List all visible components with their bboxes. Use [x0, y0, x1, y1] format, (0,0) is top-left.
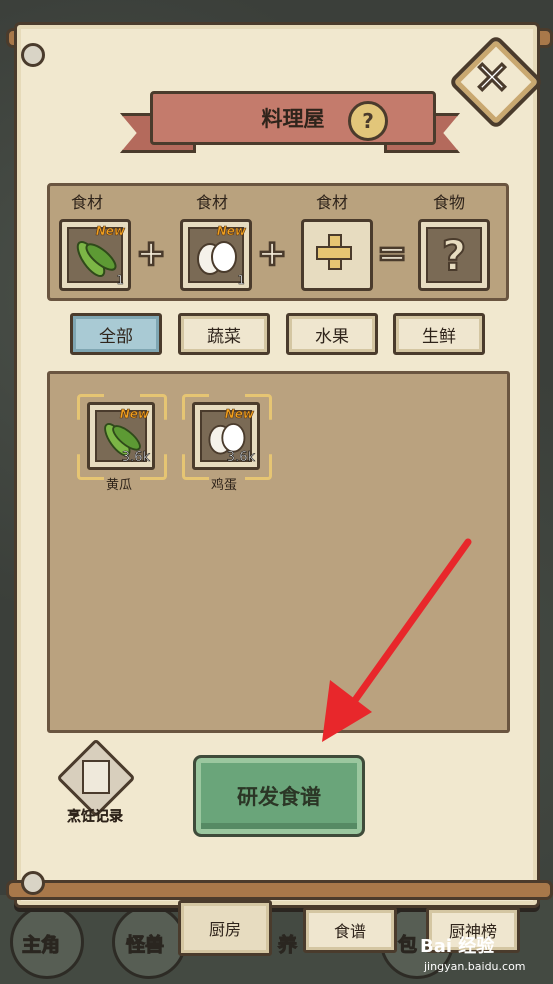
unknown-food-icon: ? [441, 230, 467, 281]
filter-tab-fruits[interactable]: 水果 [286, 313, 378, 355]
bottom-tab-recipes[interactable]: 食谱 [303, 907, 397, 953]
pin-top-left [21, 43, 45, 67]
filter-tab-all[interactable]: 全部 [70, 313, 162, 355]
bottom-tab-kitchen[interactable]: 厨房 [178, 900, 272, 956]
slot-label-ingredient-1: 食材 [70, 193, 103, 212]
filter-tab-fresh[interactable]: 生鲜 [393, 313, 485, 355]
watermark: Bai 经验 [420, 936, 495, 957]
filter-tab-vegetables[interactable]: 蔬菜 [178, 313, 270, 355]
cooking-log-label: 烹饪记录 [67, 809, 123, 825]
item-quantity: 3.6k [226, 450, 256, 466]
slot-count: 1 [116, 273, 124, 287]
new-badge: New [224, 407, 254, 422]
item-box: New 3.6k [87, 402, 155, 470]
research-recipe-button[interactable]: 研发食谱 [193, 755, 365, 837]
item-quantity: 3.6k [121, 450, 151, 466]
scroll-rod-bottom [6, 880, 553, 900]
inventory-item-cucumber[interactable]: New 3.6k 黄瓜 [77, 394, 167, 494]
page-title: 料理屋 [261, 107, 325, 131]
banner-ribbon: 料理屋 [150, 91, 436, 145]
plus-operator-2: + [256, 232, 289, 276]
ingredient-slot-3[interactable] [301, 219, 373, 291]
slot-label-food: 食物 [432, 193, 465, 212]
close-button[interactable]: ✕ [447, 33, 545, 131]
nav-label-monster[interactable]: 怪兽 [125, 930, 164, 957]
new-badge: New [95, 224, 125, 239]
ingredient-slot-1[interactable]: New 1 [59, 219, 131, 291]
new-badge: New [119, 407, 149, 422]
add-ingredient-icon [316, 234, 352, 270]
nav-label-farm[interactable]: 养 [277, 930, 297, 957]
slot-count: 1 [237, 273, 245, 287]
slot-label-ingredient-2: 食材 [195, 193, 228, 212]
item-name: 鸡蛋 [210, 478, 237, 493]
result-slot[interactable]: ? [418, 219, 490, 291]
pin-bottom-left [21, 871, 45, 895]
title-banner: 料理屋 [120, 85, 460, 155]
inventory-item-egg[interactable]: New 3.6k 鸡蛋 [182, 394, 272, 494]
nav-label-bag[interactable]: 包 [397, 930, 417, 957]
item-name: 黄瓜 [105, 478, 132, 493]
slot-label-ingredient-3: 食材 [315, 193, 348, 212]
item-box: New 3.6k [192, 402, 260, 470]
close-icon: ✕ [472, 51, 512, 105]
cooking-log-button[interactable]: 烹饪记录 [54, 738, 136, 832]
new-badge: New [216, 224, 246, 239]
watermark-url: jingyan.baidu.com [424, 960, 526, 973]
notepad-icon [82, 760, 110, 794]
nav-label-hero[interactable]: 主角 [21, 930, 60, 957]
plus-operator-1: + [135, 232, 168, 276]
ingredient-slot-2[interactable]: New 1 [180, 219, 252, 291]
help-icon[interactable]: ? [348, 101, 388, 141]
equals-operator: = [376, 232, 409, 276]
